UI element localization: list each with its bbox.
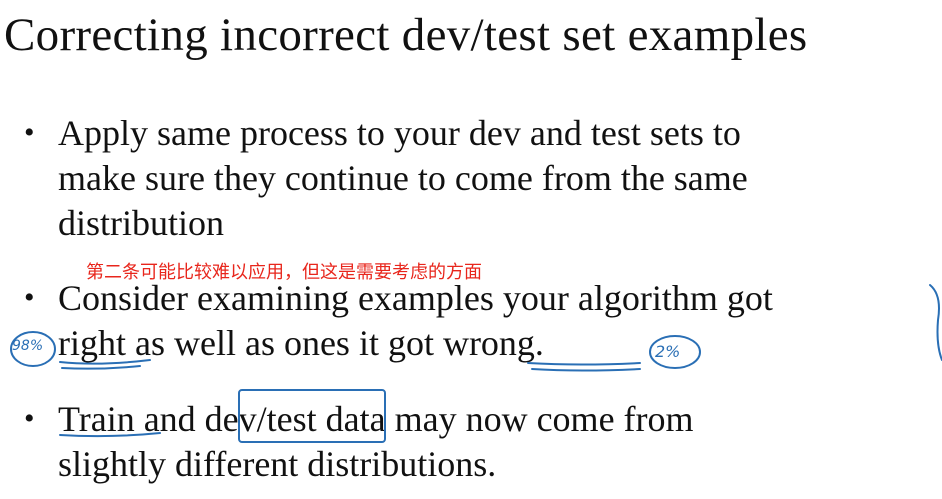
handwritten-2-percent: 2%	[655, 342, 681, 361]
bullet-1-line-1: Apply same process to your dev and test …	[58, 113, 741, 153]
bullet-2-line-2: right as well as ones it got wrong.	[58, 323, 544, 363]
handwritten-98-percent: 98%	[12, 338, 44, 354]
bullet-dot: •	[24, 116, 35, 149]
bullet-3-line-2: slightly different distributions.	[58, 444, 497, 484]
underline-wrong	[527, 362, 641, 372]
bullet-2-line-1: Consider examining examples your algorit…	[58, 278, 773, 318]
bullet-3-line-1: Train and dev/test data may now come fro…	[58, 399, 694, 439]
bullet-dot: •	[24, 402, 35, 435]
bullet-1-line-2: make sure they continue to come from the…	[58, 158, 748, 198]
brace-right	[929, 284, 942, 361]
bullet-1-line-3: distribution	[58, 203, 225, 243]
bullet-dot: •	[24, 281, 35, 314]
slide-title: Correcting incorrect dev/test set exampl…	[4, 9, 808, 61]
